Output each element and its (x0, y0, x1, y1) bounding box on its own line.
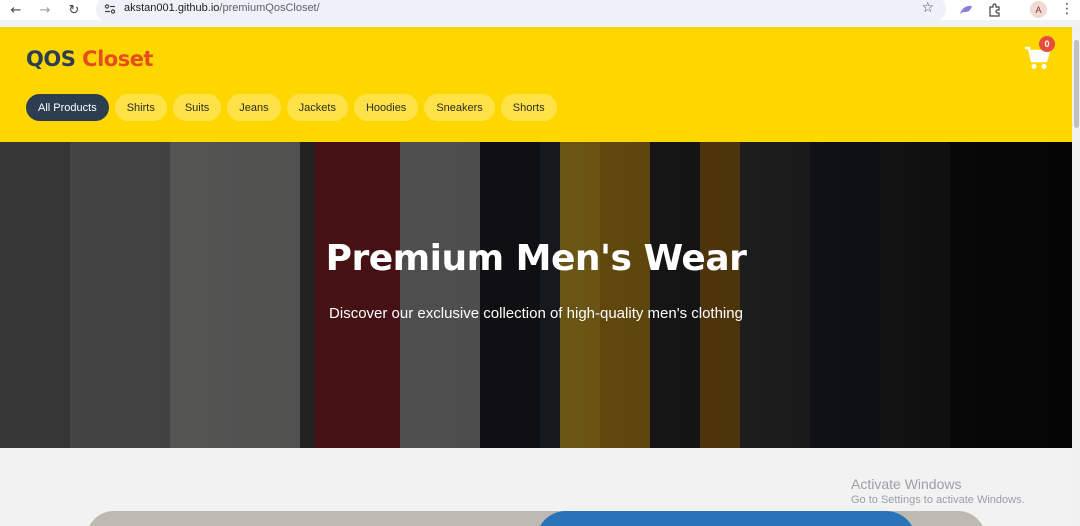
category-hoodies[interactable]: Hoodies (353, 94, 419, 121)
hero-overlay (0, 142, 1072, 448)
logo-text-qos: QOS (26, 47, 76, 71)
page: QOS Closet 0 All Products Shirts Suits J… (0, 27, 1072, 526)
category-all-products[interactable]: All Products (26, 94, 109, 121)
extension-icon[interactable] (957, 1, 975, 19)
category-shirts[interactable]: Shirts (114, 94, 167, 121)
back-icon[interactable]: ← (6, 0, 26, 20)
scrollbar-thumb[interactable] (1074, 40, 1079, 128)
site-info-icon[interactable] (104, 3, 116, 15)
watermark-subtitle: Go to Settings to activate Windows. (851, 494, 1025, 506)
more-menu-icon[interactable]: ⋮ (1060, 1, 1074, 19)
category-jeans[interactable]: Jeans (227, 94, 281, 121)
cart-count-badge: 0 (1039, 36, 1055, 52)
windows-activation-watermark: Activate Windows Go to Settings to activ… (851, 476, 1025, 506)
logo-text-closet: Closet (82, 47, 153, 71)
puzzle-icon[interactable] (986, 1, 1004, 19)
category-jackets[interactable]: Jackets (286, 94, 348, 121)
bookmark-star-icon[interactable]: ☆ (921, 0, 934, 16)
featured-card-image[interactable] (86, 511, 986, 526)
category-shorts[interactable]: Shorts (500, 94, 557, 121)
hero-banner: Premium Men's Wear Discover our exclusiv… (0, 142, 1072, 448)
url-path: /premiumQosCloset/ (219, 2, 320, 14)
watermark-title: Activate Windows (851, 476, 962, 492)
forward-icon[interactable]: → (35, 0, 55, 20)
category-suits[interactable]: Suits (172, 94, 222, 121)
profile-avatar[interactable]: A (1030, 1, 1047, 18)
url-host: akstan001.github.io (124, 2, 220, 14)
category-sneakers[interactable]: Sneakers (424, 94, 495, 121)
category-nav: All Products Shirts Suits Jeans Jackets … (26, 94, 557, 121)
reload-icon[interactable]: ↻ (64, 0, 84, 20)
featured-card-image-accent (536, 511, 916, 526)
site-logo[interactable]: QOS Closet (26, 47, 153, 71)
site-header: QOS Closet 0 All Products Shirts Suits J… (0, 27, 1072, 142)
hero-subtitle: Discover our exclusive collection of hig… (329, 305, 743, 322)
browser-toolbar: ← → ↻ akstan001.github.io/premiumQosClos… (0, 0, 1080, 22)
hero-title: Premium Men's Wear (325, 238, 747, 279)
url-text: akstan001.github.io/premiumQosCloset/ (124, 2, 320, 14)
address-bar[interactable]: akstan001.github.io/premiumQosCloset/ ☆ (96, 0, 946, 22)
